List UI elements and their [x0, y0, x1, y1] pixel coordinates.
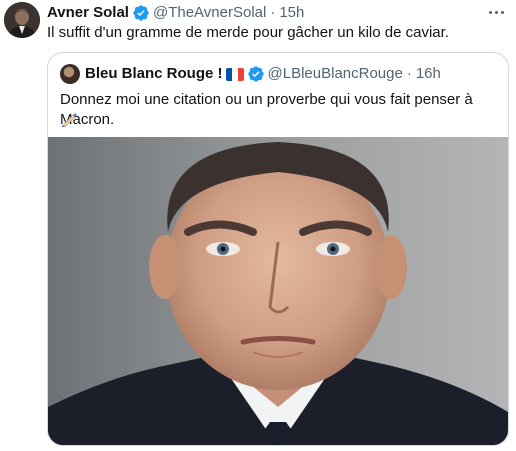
dot-separator: · [270, 4, 276, 21]
quoted-tweet-text: Donnez moi une citation ou un proverbe q… [60, 91, 473, 128]
writing-hand-emoji-icon [60, 110, 78, 128]
verified-badge-icon [132, 4, 150, 22]
author-avatar[interactable] [4, 2, 40, 38]
tweet-time[interactable]: 15h [279, 3, 304, 23]
more-horizontal-icon[interactable] [486, 4, 506, 20]
dot-separator: · [406, 65, 412, 82]
author-name[interactable]: Avner Solal [47, 3, 129, 23]
tweet-text: Il suffit d'un gramme de merde pour gâch… [47, 24, 449, 41]
tweet[interactable]: Avner Solal @TheAvnerSolal · 15h Il suff… [0, 0, 516, 451]
quoted-tweet-time: 16h [415, 65, 441, 82]
quoted-author-name: Bleu Blanc Rouge ! [85, 65, 223, 82]
tweet-header: Avner Solal @TheAvnerSolal · 15h [47, 3, 476, 23]
quoted-tweet-header: Bleu Blanc Rouge ! @LBleuBlancRouge · 16… [60, 64, 498, 84]
verified-badge-icon [247, 65, 265, 83]
portrait-photo[interactable] [48, 137, 508, 445]
quoted-author-avatar [60, 64, 80, 84]
quoted-author-handle: @LBleuBlancRouge [267, 65, 403, 82]
author-handle[interactable]: @TheAvnerSolal [153, 3, 266, 23]
france-flag-icon [225, 67, 244, 81]
quoted-tweet-card[interactable]: Bleu Blanc Rouge ! @LBleuBlancRouge · 16… [47, 52, 509, 446]
